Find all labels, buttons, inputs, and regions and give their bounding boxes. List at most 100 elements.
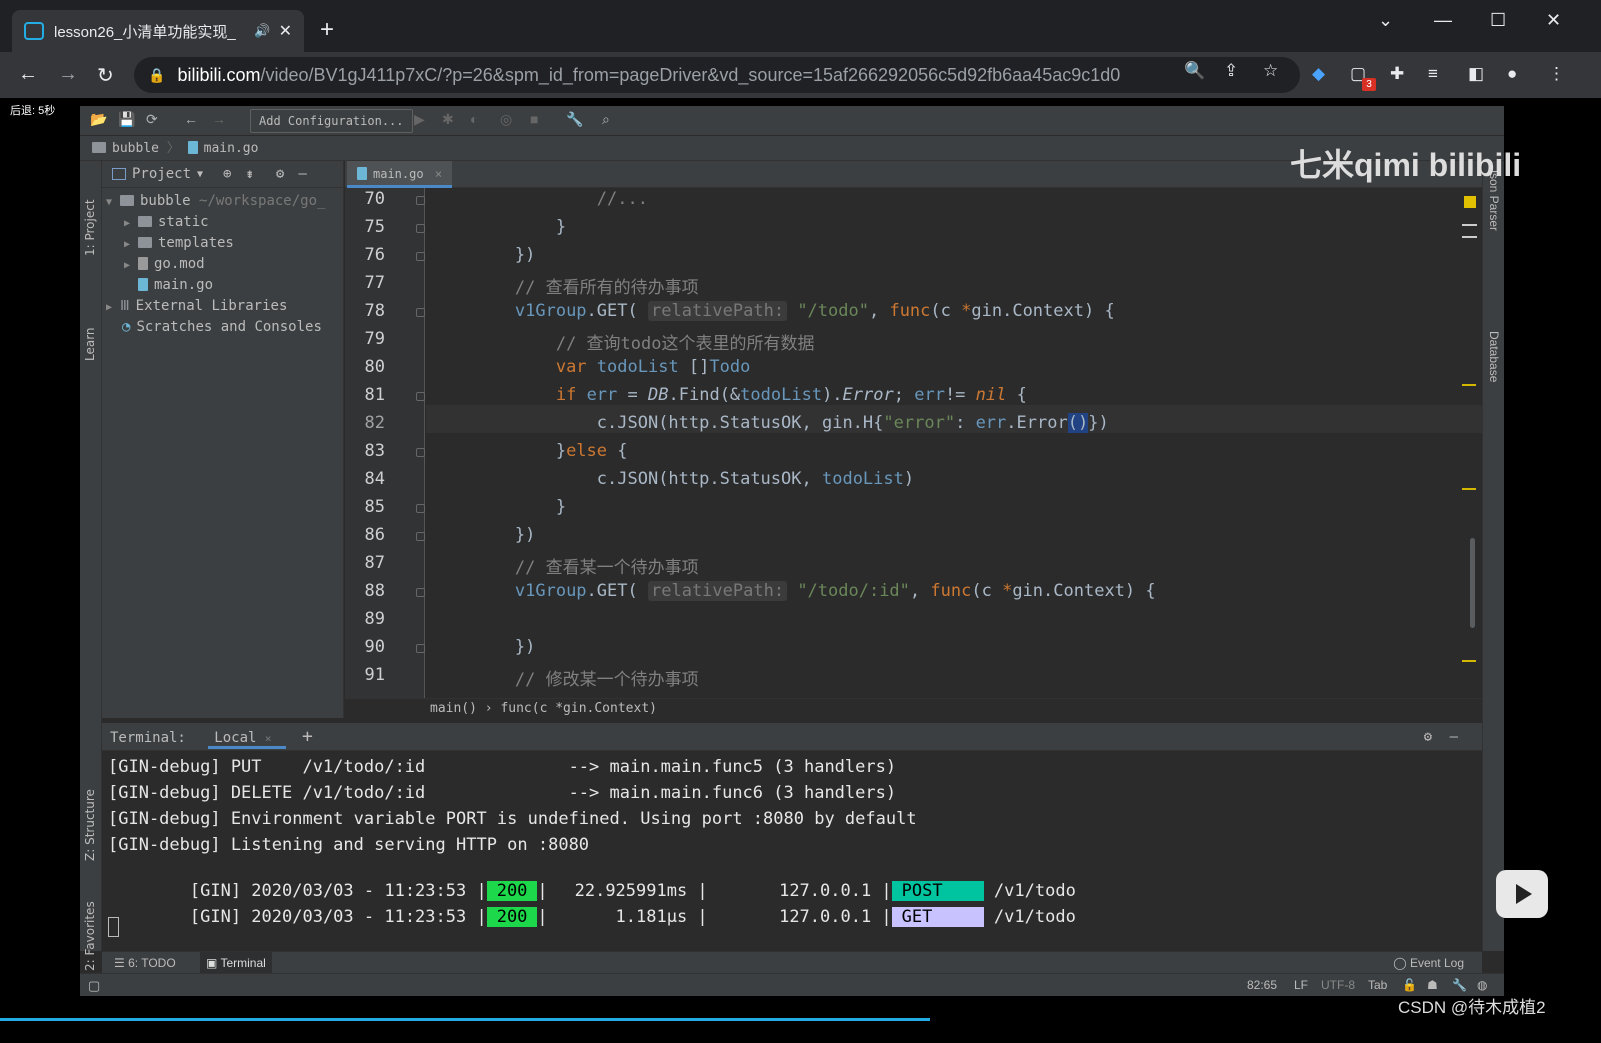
fold-marker-icon[interactable] [416, 308, 425, 317]
tree-root[interactable]: ▼ bubble ~/workspace/go_ [106, 191, 325, 212]
event-log-button[interactable]: ◯ Event Log [1393, 952, 1464, 974]
code-line[interactable]: // 查询todo这个表里的所有数据 [433, 329, 815, 354]
code-line[interactable]: }else { [433, 441, 628, 461]
minimize-icon[interactable]: — [1434, 10, 1452, 31]
settings-wrench-icon[interactable]: 🔧 [566, 111, 583, 128]
hide-panel-icon[interactable]: — [298, 166, 306, 182]
terminal-tool-button[interactable]: ▣ Terminal [200, 952, 272, 974]
add-configuration-button[interactable]: Add Configuration... [250, 109, 413, 133]
menu-kebab-icon[interactable]: ⋮ [1548, 64, 1565, 84]
terminal-gear-icon[interactable]: ⚙ [1424, 723, 1432, 751]
tree-external-libraries[interactable]: ▶ Ⅲ External Libraries [106, 296, 287, 317]
breadcrumb-project[interactable]: bubble [112, 141, 159, 156]
project-view-selector[interactable]: Project [132, 166, 191, 182]
tree-item-templates[interactable]: ▶ templates [124, 233, 234, 254]
forward-icon[interactable]: → [58, 63, 78, 86]
fold-marker-icon[interactable] [416, 392, 425, 401]
nav-forward-icon[interactable]: → [212, 111, 226, 127]
file-encoding[interactable]: UTF-8 [1321, 974, 1355, 996]
tool-favorites[interactable]: 2: Favorites [83, 901, 97, 971]
fold-marker-icon[interactable] [416, 224, 425, 233]
run-icon[interactable]: ▶ [414, 111, 425, 128]
line-separator[interactable]: LF [1294, 974, 1308, 996]
back-icon[interactable]: ← [18, 63, 38, 86]
profile-icon[interactable]: ◎ [500, 111, 512, 128]
code-breadcrumb[interactable]: main() › func(c *gin.Context) [345, 698, 1482, 718]
fold-marker-icon[interactable] [416, 588, 425, 597]
editor-scrollbar[interactable] [1470, 538, 1475, 628]
new-tab-button[interactable]: + [320, 16, 334, 44]
toggle-tool-windows-icon[interactable]: ▢ [88, 974, 100, 996]
locate-icon[interactable]: ⊕ [223, 166, 231, 182]
code-editor[interactable]: 70 75 76 77 78 79 80 81 82 83 84 85 86 87 88 89 90 91 //.… [345, 188, 1482, 698]
extensions-puzzle-icon[interactable]: ✚ [1390, 64, 1404, 84]
share-icon[interactable]: ⇪ [1224, 61, 1238, 81]
tree-scratches[interactable]: ◔ Scratches and Consoles [122, 317, 322, 338]
code-line[interactable]: // 查看某一个待办事项 [433, 553, 699, 578]
collapsed-arrow-icon[interactable]: ▶ [124, 255, 138, 276]
video-progress-bar[interactable] [0, 1018, 930, 1021]
open-folder-icon[interactable]: 📂 [90, 111, 107, 128]
tab-search-icon[interactable]: ⌄ [1378, 10, 1393, 31]
coverage-icon[interactable]: ◐ [470, 111, 478, 127]
lock-icon[interactable]: 🔒 [148, 67, 165, 84]
indent-setting[interactable]: Tab [1368, 974, 1387, 996]
zoom-icon[interactable]: 🔍 [1184, 61, 1205, 81]
fold-marker-icon[interactable] [416, 644, 425, 653]
inspection-warning-icon[interactable] [1464, 196, 1476, 208]
speaker-icon[interactable]: 🔊 [254, 23, 270, 39]
code-line[interactable]: var todoList []Todo [433, 357, 751, 377]
reload-icon[interactable]: ↻ [97, 63, 114, 88]
window-close-icon[interactable]: ✕ [1546, 10, 1561, 31]
save-icon[interactable]: 💾 [118, 111, 135, 128]
hide-terminal-icon[interactable]: — [1450, 723, 1458, 751]
collapsed-arrow-icon[interactable]: ▶ [124, 234, 138, 255]
code-line[interactable]: } [433, 217, 566, 237]
code-line[interactable]: }) [433, 245, 535, 265]
code-line[interactable]: v1Group.GET( relativePath: "/todo/:id", … [433, 581, 1156, 601]
terminal-tab-local[interactable]: Local × [208, 730, 286, 749]
browser-tab[interactable]: lesson26_小清单功能实现_ 🔊 ✕ [12, 10, 304, 52]
code-line[interactable]: //... [433, 189, 648, 209]
stop-icon[interactable]: ■ [530, 111, 538, 127]
maximize-icon[interactable]: ☐ [1490, 10, 1506, 31]
breadcrumb-file[interactable]: main.go [204, 141, 259, 156]
tool-structure[interactable]: Z: Structure [83, 789, 97, 861]
terminal-output[interactable]: [GIN-debug] PUT /v1/todo/:id --> main.ma… [102, 751, 1466, 951]
code-line[interactable]: }) [433, 637, 535, 657]
bookmark-star-icon[interactable]: ☆ [1263, 61, 1278, 81]
highlight-level-icon[interactable] [1462, 224, 1477, 238]
expanded-arrow-icon[interactable]: ▼ [106, 192, 120, 213]
code-line[interactable]: // 查看所有的待办事项 [433, 273, 699, 298]
code-line[interactable]: c.JSON(http.StatusOK, gin.H{"error": err… [433, 413, 1109, 433]
tree-item-main-go[interactable]: main.go [138, 275, 213, 296]
chevron-down-icon[interactable]: ▼ [197, 169, 203, 180]
tool-project[interactable]: 1: Project [83, 199, 97, 256]
search-everywhere-icon[interactable]: ⌕ [602, 111, 610, 128]
caret-position[interactable]: 82:65 [1247, 974, 1277, 996]
address-bar[interactable]: 🔒 bilibili.com /video/BV1gJ411p7xC/?p=26… [134, 57, 1300, 93]
gear-icon[interactable]: ⚙ [276, 166, 284, 182]
close-tab-icon[interactable]: ✕ [279, 21, 292, 41]
extension-shield-icon[interactable]: ◆ [1312, 64, 1325, 84]
close-tab-icon[interactable]: × [265, 732, 272, 745]
tool-database[interactable]: Database [1487, 331, 1501, 382]
sync-icon[interactable]: ⟳ [146, 111, 158, 128]
new-terminal-button[interactable]: + [302, 726, 313, 747]
code-line[interactable]: }) [433, 525, 535, 545]
collapsed-arrow-icon[interactable]: ▶ [124, 213, 138, 234]
bilibili-play-icon[interactable] [1496, 870, 1548, 918]
code-line[interactable] [433, 609, 515, 629]
code-line[interactable]: if err = DB.Find(&todoList).Error; err!=… [433, 385, 1027, 405]
code-line[interactable]: c.JSON(http.StatusOK, todoList) [433, 469, 914, 489]
media-control-icon[interactable]: ≡ [1428, 64, 1438, 84]
fold-marker-icon[interactable] [416, 252, 425, 261]
nav-back-icon[interactable]: ← [184, 111, 198, 127]
fold-marker-icon[interactable] [416, 196, 425, 205]
collapse-all-icon[interactable]: ⇟ [245, 166, 253, 182]
side-panel-icon[interactable]: ◧ [1468, 64, 1484, 84]
code-line[interactable]: // 修改某一个待办事项 [433, 665, 699, 690]
profile-avatar-icon[interactable]: ● [1507, 64, 1517, 84]
fold-marker-icon[interactable] [416, 532, 425, 541]
tool-learn[interactable]: Learn [83, 327, 97, 361]
